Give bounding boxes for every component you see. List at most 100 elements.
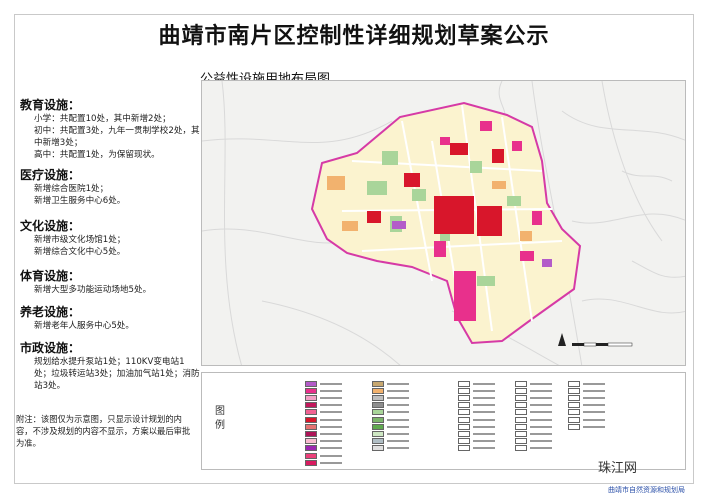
legend-text-placeholder (473, 404, 495, 406)
legend-entry (305, 387, 342, 394)
legend-swatch (458, 424, 470, 430)
section-heading: 文化设施： (20, 217, 200, 234)
land-use-map (201, 80, 686, 366)
legend-swatch (305, 402, 317, 408)
section-sports: 体育设施： 新增大型多功能运动场地5处。 (20, 267, 200, 296)
legend-entry (515, 387, 552, 394)
legend-swatch (372, 402, 384, 408)
legend-entry (305, 459, 342, 466)
legend-entry (458, 387, 495, 394)
legend-swatch (305, 431, 317, 437)
legend-text-placeholder (583, 397, 605, 399)
legend-swatch (305, 395, 317, 401)
map-canvas (202, 81, 686, 366)
legend-text-placeholder (387, 433, 409, 435)
legend-text-placeholder (583, 419, 605, 421)
legend-swatch (458, 409, 470, 415)
legend-text-placeholder (530, 397, 552, 399)
legend-text-placeholder (387, 404, 409, 406)
legend-entry (305, 423, 342, 430)
legend-text-placeholder (387, 447, 409, 449)
legend-entry (515, 416, 552, 423)
legend-label: 图例 (215, 405, 227, 433)
section-text: 新增大型多功能运动场地5处。 (34, 284, 200, 296)
legend-text-placeholder (320, 390, 342, 392)
legend-swatch (515, 381, 527, 387)
legend-swatch (568, 402, 580, 408)
legend-entry (305, 430, 342, 437)
watermark: 珠江网 (598, 457, 637, 476)
legend-text-placeholder (320, 440, 342, 442)
legend-swatch (568, 381, 580, 387)
facility-summary: 教育设施： 小学：共配置10处，其中新增2处； 初中：共配置3处，九年一贯制学校… (20, 80, 200, 460)
legend-entry (458, 380, 495, 387)
legend-text-placeholder (530, 426, 552, 428)
section-heading: 养老设施： (20, 303, 200, 320)
legend-text-placeholder (473, 426, 495, 428)
legend-swatch (515, 409, 527, 415)
legend-entry (372, 438, 409, 445)
legend-entry (305, 452, 342, 459)
legend-text-placeholder (387, 390, 409, 392)
legend-entry (372, 394, 409, 401)
legend-entry (515, 394, 552, 401)
legend-text-placeholder (473, 397, 495, 399)
legend-entry (305, 380, 342, 387)
legend-entry (305, 409, 342, 416)
legend-text-placeholder (473, 440, 495, 442)
section-heading: 体育设施： (20, 267, 200, 284)
legend-swatch (305, 424, 317, 430)
legend-text-placeholder (583, 411, 605, 413)
footnote: 附注：该图仅为示意图，只显示设计规划的内容，不涉及规划的内容不显示，方案以最后审… (16, 413, 191, 449)
legend-entry (458, 402, 495, 409)
legend-entry (305, 416, 342, 423)
section-text: 新增综合医院1处； 新增卫生服务中心6处。 (34, 183, 200, 207)
legend-swatch (458, 402, 470, 408)
legend-swatch (515, 445, 527, 451)
legend-entry (458, 423, 495, 430)
legend-entry (372, 423, 409, 430)
legend-entry (458, 409, 495, 416)
legend-text-placeholder (473, 447, 495, 449)
legend-swatch (372, 395, 384, 401)
legend-text-placeholder (320, 462, 342, 464)
legend-text-placeholder (473, 419, 495, 421)
legend-text-placeholder (583, 383, 605, 385)
legend-entry (515, 409, 552, 416)
legend-swatch (458, 417, 470, 423)
legend-text-placeholder (320, 397, 342, 399)
legend-entry (568, 423, 605, 430)
legend-text-placeholder (387, 419, 409, 421)
legend-entry (458, 438, 495, 445)
legend-swatch (305, 445, 317, 451)
legend-swatch (372, 438, 384, 444)
section-text: 小学：共配置10处，其中新增2处； 初中：共配置3处，九年一贯制学校2处，其中新… (34, 113, 200, 161)
legend-entry (568, 402, 605, 409)
legend-text-placeholder (320, 433, 342, 435)
legend-entry (568, 409, 605, 416)
legend-entry (305, 438, 342, 445)
legend-entry (568, 380, 605, 387)
legend-swatch (515, 417, 527, 423)
legend-text-placeholder (583, 390, 605, 392)
legend-entry (372, 402, 409, 409)
legend-entry (568, 394, 605, 401)
legend-swatch (515, 424, 527, 430)
legend-entry (515, 438, 552, 445)
legend-entry (372, 380, 409, 387)
legend-swatch (568, 417, 580, 423)
section-heading: 市政设施： (20, 339, 200, 356)
legend-swatch (372, 388, 384, 394)
legend-text-placeholder (320, 447, 342, 449)
legend-swatch (372, 409, 384, 415)
legend-entry (372, 387, 409, 394)
legend-swatch (458, 388, 470, 394)
legend-swatch (305, 453, 317, 459)
legend-entry (458, 394, 495, 401)
legend-text-placeholder (387, 383, 409, 385)
legend-entry (458, 445, 495, 452)
legend-swatch (458, 445, 470, 451)
legend-swatch (458, 438, 470, 444)
legend-entry (515, 402, 552, 409)
legend-swatch (568, 409, 580, 415)
